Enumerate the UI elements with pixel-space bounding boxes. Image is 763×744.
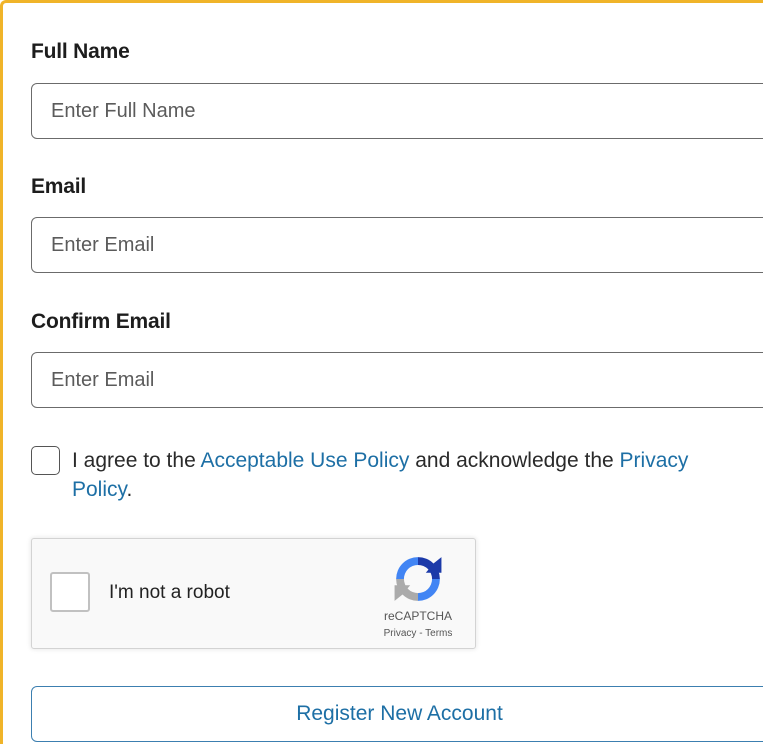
recaptcha-logo-icon xyxy=(394,557,442,601)
recaptcha-label: I'm not a robot xyxy=(109,582,230,603)
recaptcha-privacy-link[interactable]: Privacy xyxy=(384,628,417,639)
full-name-input[interactable] xyxy=(31,83,763,139)
register-new-account-button[interactable]: Register New Account xyxy=(31,686,763,742)
agreement-text-middle: and acknowledge the xyxy=(409,449,620,472)
acceptable-use-policy-link[interactable]: Acceptable Use Policy xyxy=(200,449,409,472)
confirm-email-label: Confirm Email xyxy=(31,310,171,333)
agreement-checkbox[interactable] xyxy=(31,446,60,475)
recaptcha-widget: I'm not a robot reCAPTCHA Privacy - Term… xyxy=(31,538,476,649)
email-input[interactable] xyxy=(31,217,763,273)
recaptcha-brand: reCAPTCHA xyxy=(383,609,452,623)
agreement-text: I agree to the Acceptable Use Policy and… xyxy=(72,446,752,504)
registration-form-viewport: Full Name Email Confirm Email I agree to… xyxy=(0,0,763,744)
full-name-label: Full Name xyxy=(31,40,130,63)
agreement-text-after: . xyxy=(126,478,133,501)
recaptcha-terms-link[interactable]: Terms xyxy=(425,628,452,639)
confirm-email-input[interactable] xyxy=(31,352,763,408)
recaptcha-checkbox[interactable] xyxy=(50,572,90,612)
email-label: Email xyxy=(31,175,87,198)
agreement-text-before: I agree to the xyxy=(72,449,201,472)
register-button-label: Register New Account xyxy=(296,702,503,725)
recaptcha-links-separator: - xyxy=(416,628,426,639)
recaptcha-links: Privacy - Terms xyxy=(368,628,468,639)
